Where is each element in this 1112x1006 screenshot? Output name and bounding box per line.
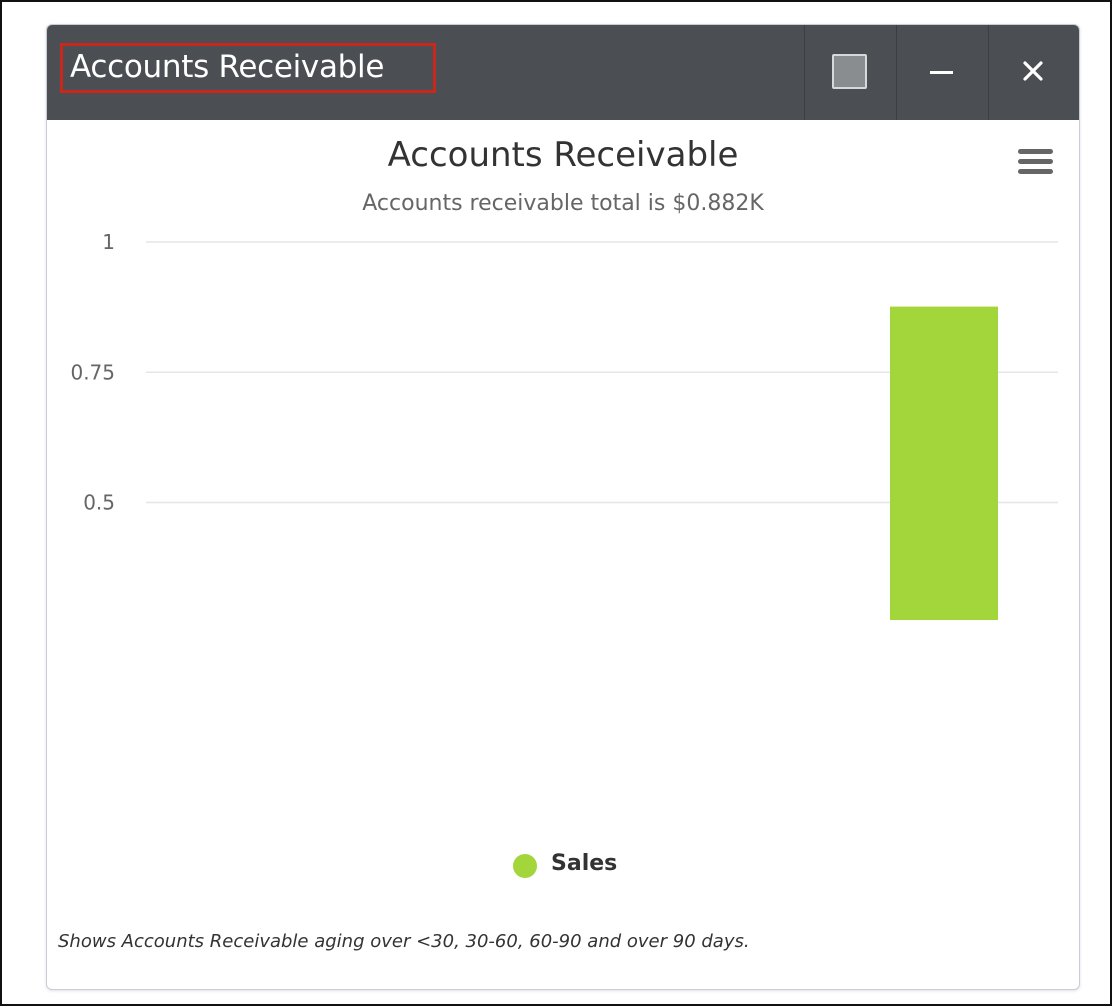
y-tick-label: 0.5 [83,491,115,515]
close-button[interactable] [988,25,1079,120]
y-tick-label: 1 [102,230,115,254]
maximize-icon [832,54,867,89]
screenshot-frame: Accounts Receivable Accounts Receivable … [0,0,1112,1006]
minimize-button[interactable] [896,25,987,120]
title-highlight-box: Accounts Receivable [60,43,436,93]
minimize-icon [930,71,953,74]
chart-title: Accounts Receivable [387,135,739,175]
window-titlebar[interactable]: Accounts Receivable [47,25,1079,120]
bar-sales [890,306,998,620]
chart-caption: Shows Accounts Receivable aging over <30… [58,931,750,952]
close-icon [1023,61,1043,81]
window-title: Accounts Receivable [70,49,385,85]
chart-subtitle: Accounts receivable total is $0.882K [362,191,764,216]
y-tick-label: 0.75 [70,360,115,384]
accounts-receivable-window: Accounts Receivable Accounts Receivable … [46,24,1080,990]
bar-chart: 00.250.50.751< 3030-6060-90> 90 [70,230,1058,620]
maximize-button[interactable] [804,25,895,120]
legend-label: Sales [551,851,618,876]
legend-marker [513,854,537,878]
hamburger-menu-icon[interactable] [1018,149,1054,179]
